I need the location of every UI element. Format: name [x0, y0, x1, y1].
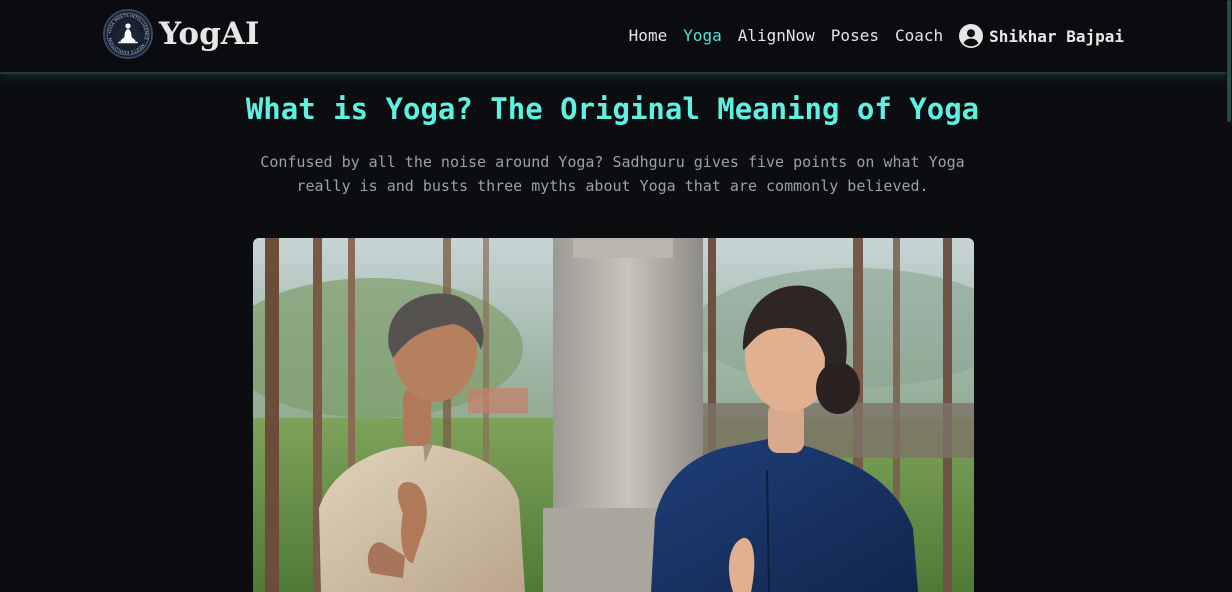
user-name: Shikhar Bajpai: [989, 26, 1124, 46]
yogai-logo: YOGA MEETS INTELLIGENCE · MEETS EVOLUTIO…: [103, 9, 153, 59]
nav-link-yoga[interactable]: Yoga: [683, 22, 722, 50]
user-avatar-icon: [959, 24, 984, 48]
hero-image: [253, 238, 974, 592]
article-subtitle: Confused by all the noise around Yoga? S…: [260, 153, 965, 195]
user-menu[interactable]: Shikhar Bajpai: [959, 24, 1124, 48]
scrollbar-thumb[interactable]: [1227, 0, 1231, 122]
nav-link-poses[interactable]: Poses: [831, 22, 879, 50]
article-title: What is Yoga? The Original Meaning of Yo…: [245, 92, 980, 126]
brand-home-link[interactable]: YOGA MEETS INTELLIGENCE · MEETS EVOLUTIO…: [103, 9, 259, 59]
nav-link-home[interactable]: Home: [629, 22, 668, 50]
brand-name: YogAI: [159, 16, 260, 52]
meditating-figure-icon: YOGA MEETS INTELLIGENCE · MEETS EVOLUTIO…: [106, 12, 150, 56]
meditation-photo: [253, 238, 974, 592]
nav-link-coach[interactable]: Coach: [895, 22, 943, 50]
top-navbar: YOGA MEETS INTELLIGENCE · MEETS EVOLUTIO…: [0, 0, 1232, 74]
page-scrollbar[interactable]: [1226, 0, 1232, 592]
nav-links: Home Yoga AlignNow Poses Coach Shikhar B…: [613, 22, 1124, 50]
nav-link-alignnow[interactable]: AlignNow: [738, 22, 815, 50]
